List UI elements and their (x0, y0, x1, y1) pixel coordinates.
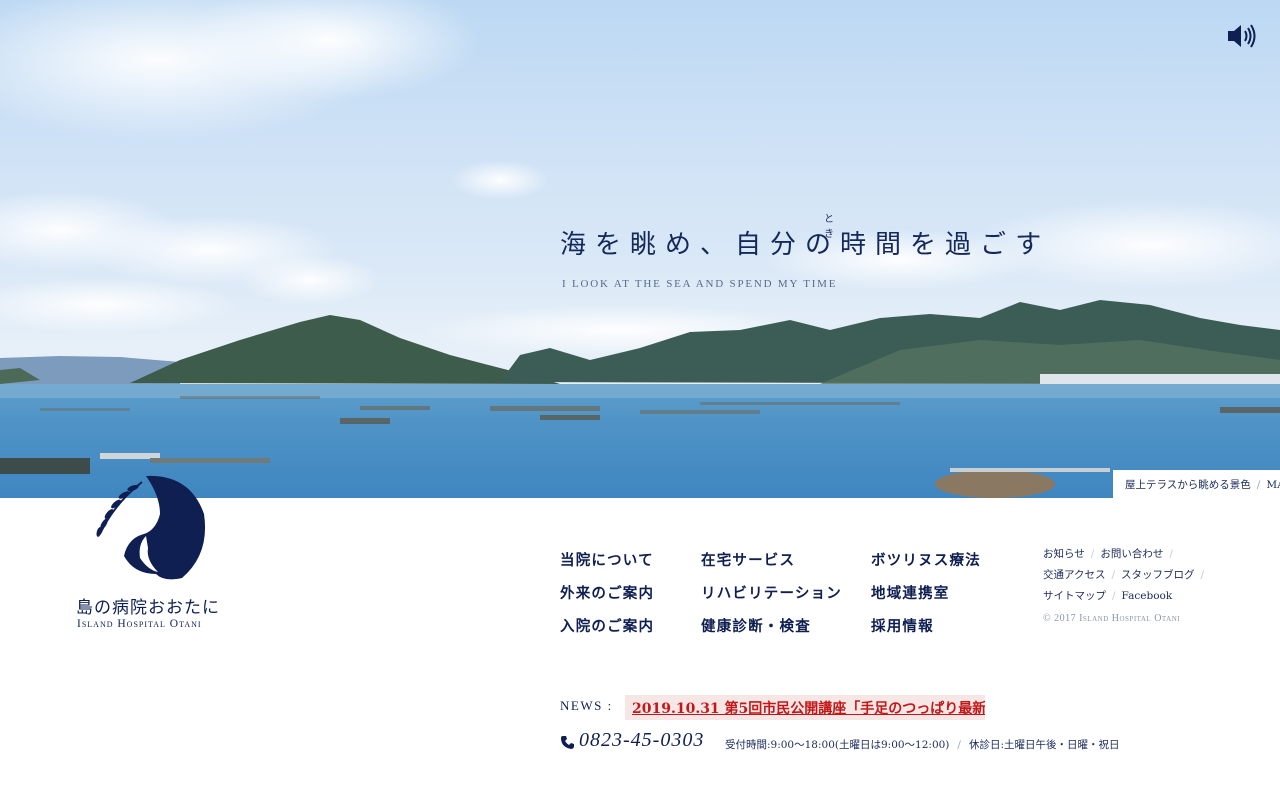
subnav-sitemap[interactable]: サイトマップ (1043, 590, 1106, 602)
speaker-volume-icon (1228, 24, 1256, 48)
subnav-separator: / (1112, 590, 1116, 602)
news-label: NEWS : (560, 698, 613, 713)
phone-icon (561, 736, 574, 749)
nav-outpatient[interactable]: 外来のご案内 (560, 582, 654, 603)
subnav-row: 交通アクセス / スタッフブログ / (1043, 567, 1210, 582)
nav-botulinum[interactable]: ボツリヌス療法 (871, 549, 981, 570)
nav-checkup[interactable]: 健康診断・検査 (701, 615, 811, 636)
subnav-blog[interactable]: スタッフブログ (1121, 569, 1195, 581)
subnav-separator: / (1169, 548, 1173, 560)
closed-days: 休診日:土曜日午後・日曜・祝日 (968, 739, 1120, 751)
business-hours: 受付時間:9:00～18:00(土曜日は9:00～12:00) / 休診日:土曜日午… (725, 737, 1120, 752)
sound-toggle-button[interactable] (1226, 22, 1258, 50)
nav-home-care[interactable]: 在宅サービス (701, 549, 795, 570)
subnav-row: サイトマップ / Facebook (1043, 588, 1172, 603)
subnav-separator: / (1111, 569, 1116, 581)
hero-caption: 屋上テラスから眺める景色 / MA (1113, 470, 1280, 498)
news-ticker: 2019.10.31 第5回市民公開講座「手足のつっぱり最新治療」 (625, 695, 985, 720)
nav-inpatient[interactable]: 入院のご案内 (560, 615, 654, 636)
logo-name-en: Island Hospital Otani (77, 618, 202, 630)
hero-image: とき 海を眺め、自分の時間を過ごす I look at the sea and … (0, 0, 1280, 498)
subnav-access[interactable]: 交通アクセス (1043, 569, 1105, 581)
nav-community[interactable]: 地域連携室 (871, 582, 950, 603)
nav-about[interactable]: 当院について (560, 549, 654, 570)
subnav-row: お知らせ / お問い合わせ / (1043, 546, 1179, 561)
hero-subtitle: I look at the sea and spend my time (562, 278, 838, 290)
nav-recruit[interactable]: 採用情報 (871, 615, 934, 636)
site-logo[interactable]: 島の病院おおたに Island Hospital Otani (74, 474, 224, 634)
phone-number[interactable]: 0823-45-0303 (579, 729, 704, 752)
subnav-contact[interactable]: お問い合わせ (1100, 548, 1163, 560)
caption-separator: / (1256, 479, 1261, 491)
subnav-facebook[interactable]: Facebook (1122, 590, 1173, 602)
hero-title: 海を眺め、自分の時間を過ごす (560, 230, 1051, 260)
caption-label: 屋上テラスから眺める景色 (1125, 479, 1251, 491)
nav-rehabilitation[interactable]: リハビリテーション (701, 582, 842, 603)
bird-laurel-logo-icon (96, 475, 206, 580)
news-item-link[interactable]: 2019.10.31 第5回市民公開講座「手足のつっぱり最新治療」 (632, 698, 985, 718)
subnav-separator: / (1090, 548, 1095, 560)
subnav-separator: / (1200, 569, 1205, 581)
subnav-news[interactable]: お知らせ (1043, 548, 1085, 560)
logo-name-ja: 島の病院おおたに (76, 598, 220, 618)
hours-separator: / (957, 739, 961, 751)
caption-next: MA (1266, 479, 1280, 491)
reception-hours: 受付時間:9:00～18:00(土曜日は9:00～12:00) (725, 739, 950, 751)
copyright: © 2017 Island Hospital Otani (1043, 613, 1181, 624)
